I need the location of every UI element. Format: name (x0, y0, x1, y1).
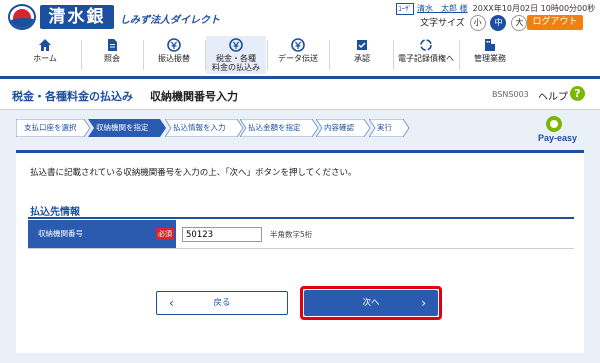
institution-number-label: 収納機関番号 (28, 220, 176, 248)
nav-home-label: ホーム (33, 54, 57, 63)
svg-text:Pay-easy: Pay-easy (538, 133, 577, 143)
institution-number-input[interactable]: 50123 (182, 227, 262, 242)
nav-data-transfer[interactable]: データ伝送 (268, 36, 328, 74)
payeasy-logo: Pay-easy (536, 112, 584, 144)
step-specify-institution: 収納機関を指定 (88, 119, 166, 137)
instruction-message: 払込書に記載されている収納機関番号を入力の上、「次へ」ボタンを押してください。 (30, 168, 357, 178)
font-size-small-button[interactable]: 小 (469, 15, 486, 31)
login-datetime: 20XX年10月02日 10時00分00秒 (472, 4, 596, 13)
bank-emblem-icon (8, 4, 36, 30)
bank-name: 清水銀行 (40, 5, 114, 51)
nav-approval-label: 承認 (354, 54, 370, 63)
nav-inquiry-label: 照会 (104, 54, 120, 63)
next-button-label: 次へ (362, 298, 380, 308)
home-icon (39, 39, 51, 51)
section-title: 払込先情報 (30, 207, 80, 218)
admin-icon (485, 39, 495, 51)
step-enter-payment-info: 払込情報を入力 (165, 119, 244, 137)
nav-tax-payment[interactable]: 税金・各種 料金の払込み (206, 36, 266, 74)
nav-home[interactable]: ホーム (15, 36, 75, 74)
nav-admin-label: 管理業務 (474, 54, 506, 63)
nav-tax-payment-label: 税金・各種 料金の払込み (212, 54, 260, 72)
global-nav: ホーム 照会 振込振替 税金・各種 料金の払込み データ伝送 承認 電子記録債権… (0, 34, 600, 79)
transfer-icon (167, 38, 181, 52)
step-select-account: 支払口座を選択 (16, 119, 91, 137)
nav-inquiry[interactable]: 照会 (82, 36, 142, 74)
help-link[interactable]: ヘルプ (538, 88, 568, 103)
step-execute: 実行 (369, 119, 410, 137)
next-button[interactable]: 次へ › (304, 290, 438, 316)
font-size-label: 文字サイズ (420, 18, 465, 29)
bank-logo[interactable]: 清水銀行 しみず法人ダイレクト (8, 4, 220, 51)
nav-data-transfer-label: データ伝送 (278, 54, 318, 63)
approval-icon (357, 40, 367, 50)
input-format-note: 半角数字5桁 (270, 230, 313, 239)
data-transfer-icon (291, 38, 305, 52)
nav-transfer-label: 振込振替 (158, 54, 190, 63)
chevron-right-icon: › (421, 296, 426, 310)
nav-electronic-claims-label: 電子記録債権へ (398, 54, 454, 63)
help-icon[interactable]: ? (570, 86, 585, 101)
nav-admin[interactable]: 管理業務 (460, 36, 520, 74)
service-name: しみず法人ダイレクト (120, 15, 220, 26)
back-button-label: 戻る (213, 298, 231, 308)
font-size-control: 文字サイズ 小 中 大 (420, 15, 528, 31)
sync-icon (420, 39, 432, 51)
payeasy-logo-icon: Pay-easy (538, 116, 577, 143)
user-name-link[interactable]: 清水 太郎 様 (417, 4, 468, 13)
header: 清水銀行 しみず法人ダイレクト ﾕｰｻﾞ清水 太郎 様 20XX年10月02日 … (0, 0, 600, 51)
nav-approval[interactable]: 承認 (332, 36, 392, 74)
user-info: ﾕｰｻﾞ 清水 太郎 様 20XX年10月02日 10時00分00秒 (396, 3, 595, 15)
form-row-institution-number: 収納機関番号 必須 50123 半角数字5桁 (28, 220, 574, 249)
nav-transfer[interactable]: 振込振替 (144, 36, 204, 74)
page-title-bar: 税金・各種料金の払込み 収納機関番号入力 BSNS003 ヘルプ ? (0, 79, 600, 110)
document-icon (108, 39, 117, 51)
page-title: 収納機関番号入力 (150, 90, 238, 103)
page-category: 税金・各種料金の払込み (12, 90, 133, 103)
yen-icon (229, 38, 243, 52)
user-badge: ﾕｰｻﾞ (396, 3, 414, 15)
font-size-large-button[interactable]: 大 (511, 15, 528, 31)
logout-button[interactable]: ログアウト (527, 15, 583, 30)
back-button[interactable]: ‹ 戻る (156, 291, 288, 315)
required-badge: 必須 (156, 228, 174, 240)
step-specify-amount: 払込金額を指定 (240, 119, 319, 137)
font-size-medium-button[interactable]: 中 (490, 15, 507, 31)
nav-electronic-claims[interactable]: 電子記録債権へ (394, 36, 458, 74)
chevron-left-icon: ‹ (169, 296, 174, 310)
step-confirm: 内容確認 (316, 119, 371, 137)
screen-id: BSNS003 (492, 90, 529, 99)
main-content: 支払口座を選択 収納機関を指定 払込情報を入力 払込金額を指定 内容確認 実行 … (0, 110, 600, 363)
form-panel: 払込書に記載されている収納機関番号を入力の上、「次へ」ボタンを押してください。 … (16, 150, 584, 353)
